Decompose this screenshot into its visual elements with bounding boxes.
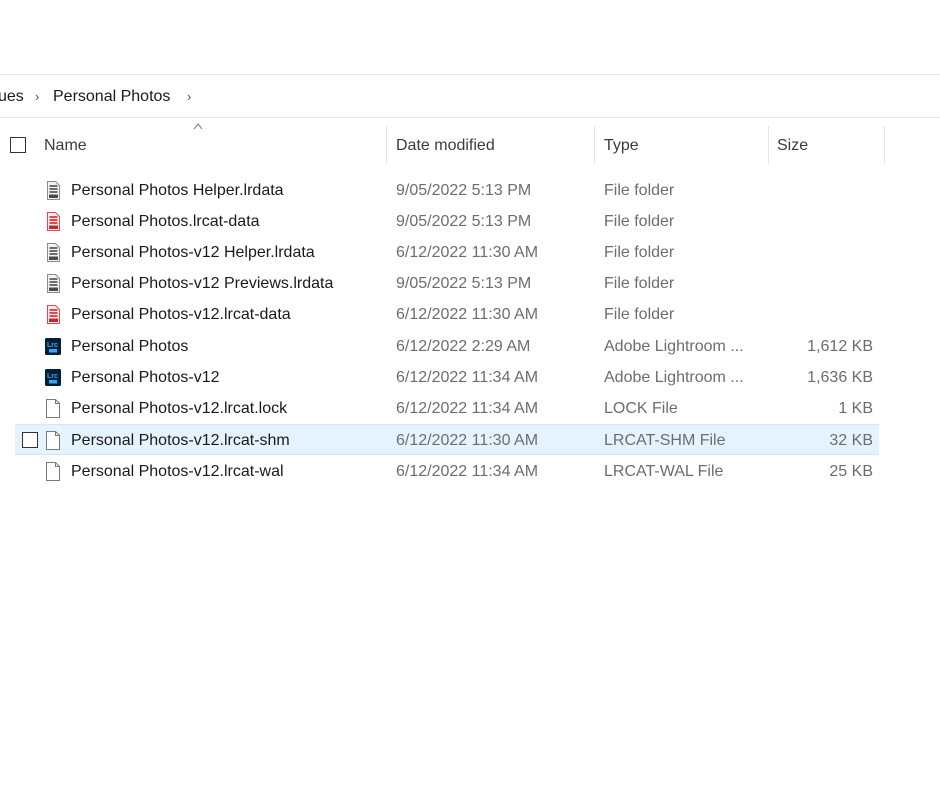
blank-file-icon	[45, 399, 61, 418]
file-type: File folder	[604, 182, 675, 199]
file-date-modified: 6/12/2022 11:34 AM	[396, 463, 539, 480]
file-row[interactable]: Personal Photos Helper.lrdata 9/05/2022 5…	[15, 175, 879, 206]
file-date-modified: 9/05/2022 5:13 PM	[396, 182, 532, 199]
ribbon-area	[0, 0, 940, 74]
file-type: LRCAT-WAL File	[604, 463, 724, 480]
file-date-modified: 6/12/2022 11:34 AM	[396, 369, 539, 386]
file-name: Personal Photos.lrcat-data	[71, 213, 260, 230]
file-date-modified: 6/12/2022 2:29 AM	[396, 338, 531, 355]
breadcrumb-chevron-icon[interactable]: ›	[35, 89, 39, 104]
lrdata-gray-icon	[45, 274, 61, 293]
lightroom-catalog-icon: Lrc	[45, 368, 61, 387]
file-name: Personal Photos-v12.lrcat.lock	[71, 400, 288, 417]
file-date-modified: 6/12/2022 11:34 AM	[396, 400, 539, 417]
file-date-modified: 9/05/2022 5:13 PM	[396, 213, 532, 230]
lightroom-catalog-icon: Lrc	[45, 337, 61, 356]
file-size: 1,636 KB	[807, 369, 873, 386]
file-type: File folder	[604, 213, 675, 230]
file-name: Personal Photos	[71, 338, 189, 355]
lrdata-gray-icon	[45, 181, 61, 200]
file-name: Personal Photos-v12 Helper.lrdata	[71, 244, 315, 261]
select-all-checkbox[interactable]	[10, 137, 26, 153]
column-header-size[interactable]: Size	[777, 137, 808, 155]
column-header-date-modified[interactable]: Date modified	[396, 137, 495, 155]
file-row[interactable]: Personal Photos-v12.lrcat-shm 6/12/2022 1…	[15, 424, 879, 455]
file-name: Personal Photos Helper.lrdata	[71, 182, 284, 199]
file-type: LRCAT-SHM File	[604, 432, 726, 449]
file-type: Adobe Lightroom ...	[604, 369, 744, 386]
file-row[interactable]: Personal Photos-v12 Previews.lrdata 9/05/…	[15, 268, 879, 299]
file-date-modified: 9/05/2022 5:13 PM	[396, 275, 532, 292]
file-name: Personal Photos-v12	[71, 369, 220, 386]
file-name: Personal Photos-v12.lrcat-data	[71, 306, 291, 323]
column-divider[interactable]	[386, 126, 387, 164]
file-date-modified: 6/12/2022 11:30 AM	[396, 306, 539, 323]
file-size: 1 KB	[838, 400, 873, 417]
file-size: 32 KB	[829, 432, 873, 449]
breadcrumb-chevron-icon[interactable]: ›	[187, 89, 191, 104]
svg-text:Lrc: Lrc	[47, 373, 58, 380]
svg-text:Lrc: Lrc	[47, 342, 58, 349]
column-divider[interactable]	[884, 126, 885, 164]
file-row[interactable]: Personal Photos-v12 Helper.lrdata 6/12/20…	[15, 237, 879, 268]
file-type: LOCK File	[604, 400, 678, 417]
column-header-name[interactable]: Name	[44, 137, 87, 155]
breadcrumb-parent[interactable]: ues	[0, 88, 24, 106]
file-type: Adobe Lightroom ...	[604, 338, 744, 355]
lrcat-data-red-icon	[45, 305, 61, 324]
file-type: File folder	[604, 244, 675, 261]
breadcrumb: ues › Personal Photos ›	[0, 74, 940, 118]
file-size: 1,612 KB	[807, 338, 873, 355]
file-row[interactable]: Lrc Personal Photos 6/12/2022 2:29 AM Adobe…	[15, 331, 879, 362]
column-divider[interactable]	[768, 126, 769, 164]
file-row[interactable]: Personal Photos.lrcat-data 9/05/2022 5:13…	[15, 206, 879, 237]
file-row[interactable]: Lrc Personal Photos-v12 6/12/2022 11:34 AM…	[15, 362, 879, 393]
file-name: Personal Photos-v12.lrcat-shm	[71, 432, 290, 449]
file-type: File folder	[604, 275, 675, 292]
blank-file-icon	[45, 462, 61, 481]
file-date-modified: 6/12/2022 11:30 AM	[396, 432, 539, 449]
file-name: Personal Photos-v12.lrcat-wal	[71, 463, 284, 480]
sort-ascending-icon	[193, 123, 203, 130]
file-date-modified: 6/12/2022 11:30 AM	[396, 244, 539, 261]
file-row[interactable]: Personal Photos-v12.lrcat.lock 6/12/2022 …	[15, 393, 879, 424]
file-size: 25 KB	[829, 463, 873, 480]
lrdata-gray-icon	[45, 243, 61, 262]
row-checkbox[interactable]	[22, 432, 38, 448]
column-divider[interactable]	[594, 126, 595, 164]
file-type: File folder	[604, 306, 675, 323]
blank-file-icon	[45, 431, 61, 450]
breadcrumb-current[interactable]: Personal Photos	[53, 88, 170, 106]
file-row[interactable]: Personal Photos-v12.lrcat-data 6/12/2022 …	[15, 299, 879, 330]
file-name: Personal Photos-v12 Previews.lrdata	[71, 275, 334, 292]
column-header-type[interactable]: Type	[604, 137, 639, 155]
file-row[interactable]: Personal Photos-v12.lrcat-wal 6/12/2022 1…	[15, 456, 879, 487]
lrcat-data-red-icon	[45, 212, 61, 231]
